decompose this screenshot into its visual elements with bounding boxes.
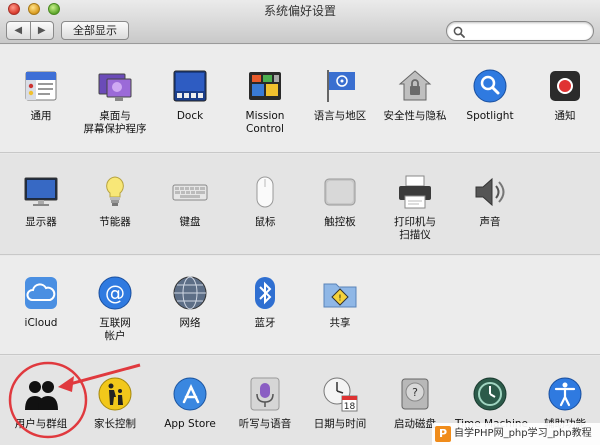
pane-desktop[interactable]: 桌面与 屏幕保护程序 bbox=[80, 68, 150, 136]
monitor-icon bbox=[23, 174, 59, 210]
lightbulb-icon bbox=[97, 174, 133, 210]
pane-label: 家长控制 bbox=[94, 418, 136, 430]
pane-appstore[interactable]: App Store bbox=[155, 376, 225, 431]
clock-calendar-icon: 18 bbox=[322, 376, 358, 412]
dock-icon bbox=[172, 68, 208, 104]
window-toolbar: 系统偏好设置 ◀ ▶ 全部显示 bbox=[0, 0, 600, 44]
svg-text:@: @ bbox=[105, 281, 125, 305]
pane-security[interactable]: 安全性与隐私 bbox=[380, 68, 450, 123]
watermark: P 自学PHP网_php学习_php教程 bbox=[432, 423, 600, 445]
pane-label: Spotlight bbox=[466, 110, 514, 122]
pane-label: App Store bbox=[164, 418, 216, 430]
pane-dock[interactable]: Dock bbox=[155, 68, 225, 123]
pane-label: 桌面与 屏幕保护程序 bbox=[83, 110, 147, 135]
pane-bluetooth[interactable]: 蓝牙 bbox=[230, 275, 300, 330]
pane-label: 节能器 bbox=[99, 216, 131, 228]
pane-label: 用户与群组 bbox=[14, 418, 68, 430]
at-sign-icon: @ bbox=[97, 275, 133, 311]
pane-label: 听写与语音 bbox=[238, 418, 292, 430]
pane-label: 通知 bbox=[554, 110, 576, 122]
pane-label: 声音 bbox=[479, 216, 501, 228]
pane-label: Dock bbox=[176, 110, 204, 122]
magnifier-icon bbox=[472, 68, 508, 104]
pane-parental[interactable]: 家长控制 bbox=[80, 376, 150, 431]
pane-language[interactable]: 语言与地区 bbox=[305, 68, 375, 123]
pane-label: Mission Control bbox=[245, 110, 285, 135]
printer-icon bbox=[397, 174, 433, 210]
pane-trackpad[interactable]: 触控板 bbox=[305, 174, 375, 229]
pane-sound[interactable]: 声音 bbox=[455, 174, 525, 229]
watermark-text: 自学PHP网_php学习_php教程 bbox=[454, 428, 592, 439]
accessibility-icon bbox=[547, 376, 583, 412]
pane-label: 蓝牙 bbox=[254, 317, 276, 329]
sharing-folder-icon: ! bbox=[322, 275, 358, 311]
back-forward-control: ◀ ▶ bbox=[6, 21, 54, 40]
pane-datetime[interactable]: 18 日期与时间 bbox=[305, 376, 375, 431]
watermark-logo: P bbox=[435, 426, 451, 442]
pane-users[interactable]: 用户与群组 bbox=[6, 376, 76, 431]
pane-network[interactable]: 网络 bbox=[155, 275, 225, 330]
pane-notifications[interactable]: 通知 bbox=[530, 68, 600, 123]
svg-text:?: ? bbox=[412, 386, 418, 399]
pane-mouse[interactable]: 鼠标 bbox=[230, 174, 300, 229]
pane-label: 显示器 bbox=[25, 216, 57, 228]
pane-label: 键盘 bbox=[179, 216, 201, 228]
pane-label: 触控板 bbox=[324, 216, 356, 228]
notifications-icon bbox=[547, 68, 583, 104]
general-icon bbox=[23, 68, 59, 104]
calendar-day-label: 18 bbox=[344, 402, 356, 412]
bluetooth-icon bbox=[247, 275, 283, 311]
pane-energy[interactable]: 节能器 bbox=[80, 174, 150, 229]
forward-button[interactable]: ▶ bbox=[31, 22, 54, 39]
pane-spotlight[interactable]: Spotlight bbox=[455, 68, 525, 123]
speaker-icon bbox=[472, 174, 508, 210]
pane-label: 鼠标 bbox=[254, 216, 276, 228]
pane-printers[interactable]: 打印机与 扫描仪 bbox=[380, 174, 450, 242]
svg-text:!: ! bbox=[338, 294, 341, 303]
pane-label: 安全性与隐私 bbox=[383, 110, 447, 122]
cloud-icon bbox=[23, 275, 59, 311]
globe-icon bbox=[172, 275, 208, 311]
pane-label: 互联网 帐户 bbox=[99, 317, 131, 342]
flag-icon bbox=[322, 68, 358, 104]
house-lock-icon bbox=[397, 68, 433, 104]
search-icon bbox=[453, 26, 465, 38]
pane-mission[interactable]: Mission Control bbox=[230, 68, 300, 136]
time-machine-icon bbox=[472, 376, 508, 412]
pane-label: iCloud bbox=[24, 317, 58, 329]
pane-label: 语言与地区 bbox=[313, 110, 367, 122]
app-store-icon bbox=[172, 376, 208, 412]
pane-displays[interactable]: 显示器 bbox=[6, 174, 76, 229]
desktop-screensaver-icon bbox=[97, 68, 133, 104]
pane-keyboard[interactable]: 键盘 bbox=[155, 174, 225, 229]
pane-sharing[interactable]: ! 共享 bbox=[305, 275, 375, 330]
trackpad-icon bbox=[322, 174, 358, 210]
hard-disk-icon: ? bbox=[397, 376, 433, 412]
parental-controls-icon bbox=[97, 376, 133, 412]
pane-label: 共享 bbox=[329, 317, 351, 329]
pane-internet[interactable]: @ 互联网 帐户 bbox=[80, 275, 150, 343]
pane-general[interactable]: 通用 bbox=[6, 68, 76, 123]
keyboard-icon bbox=[172, 174, 208, 210]
window-title: 系统偏好设置 bbox=[263, 4, 336, 18]
pane-label: 日期与时间 bbox=[313, 418, 367, 430]
pane-label: 打印机与 扫描仪 bbox=[394, 216, 436, 241]
mouse-icon bbox=[247, 174, 283, 210]
search-input[interactable] bbox=[446, 21, 594, 41]
microphone-icon bbox=[247, 376, 283, 412]
users-icon bbox=[23, 376, 59, 412]
back-button[interactable]: ◀ bbox=[7, 22, 31, 39]
show-all-button[interactable]: 全部显示 bbox=[61, 21, 129, 40]
pane-icloud[interactable]: iCloud bbox=[6, 275, 76, 330]
pane-label: 通用 bbox=[30, 110, 52, 122]
mission-control-icon bbox=[247, 68, 283, 104]
pane-label: 网络 bbox=[179, 317, 201, 329]
pane-dictation[interactable]: 听写与语音 bbox=[230, 376, 300, 431]
